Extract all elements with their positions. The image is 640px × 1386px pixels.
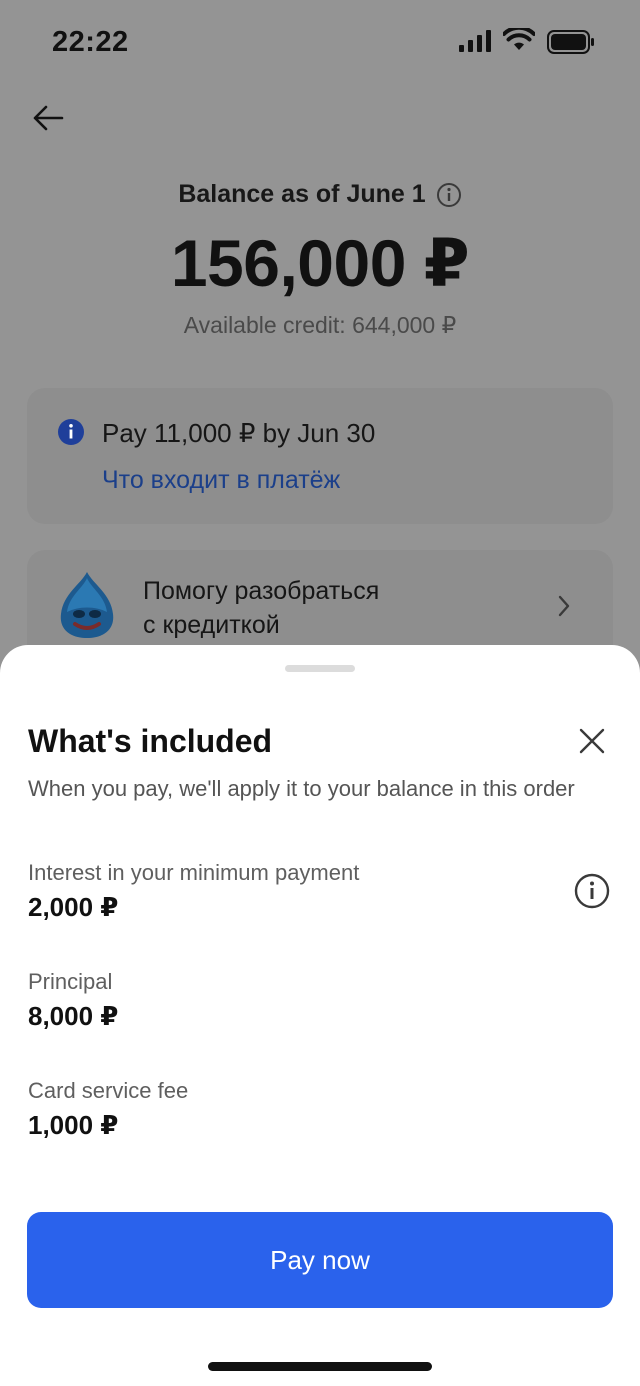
whats-included-sheet: What's included When you pay, we'll appl… (0, 645, 640, 1386)
mascot-avatar-icon (60, 572, 114, 638)
pay-now-button[interactable]: Pay now (27, 1212, 613, 1308)
item-value: 8,000 ₽ (28, 1001, 119, 1031)
close-icon[interactable] (576, 725, 608, 757)
chevron-right-icon (558, 595, 570, 617)
list-item-principal: Principal 8,000 ₽ (28, 969, 608, 1032)
sheet-drag-handle[interactable] (285, 665, 355, 672)
sheet-title: What's included (28, 723, 273, 759)
info-filled-icon (58, 419, 84, 445)
balance-summary: Balance as of June 1 156,000 ₽ Available… (0, 180, 640, 339)
info-icon[interactable] (574, 873, 610, 909)
balance-label: Balance as of June 1 (178, 180, 426, 208)
assistant-text: Помогу разобраться с кредиткой (143, 574, 379, 642)
item-value: 2,000 ₽ (28, 892, 119, 922)
item-label: Card service fee (28, 1078, 189, 1103)
home-indicator (208, 1362, 432, 1371)
available-credit: Available credit: 644,000 ₽ (183, 312, 457, 338)
assistant-text-line2: с кредиткой (143, 611, 280, 639)
status-bar: 22:22 (0, 0, 640, 90)
item-label: Principal (28, 969, 113, 994)
sheet-subtitle: When you pay, we'll apply it to your bal… (28, 776, 575, 801)
payment-due-text: Pay 11,000 ₽ by Jun 30 (102, 418, 376, 448)
arrow-left-icon[interactable] (28, 98, 68, 138)
status-time: 22:22 (52, 26, 129, 58)
balance-amount: 156,000 ₽ (170, 226, 470, 300)
item-value: 1,000 ₽ (28, 1110, 119, 1140)
info-icon[interactable] (436, 182, 462, 208)
item-label: Interest in your minimum payment (28, 860, 360, 885)
list-item-service-fee: Card service fee 1,000 ₽ (28, 1078, 608, 1141)
assistant-text-line1: Помогу разобраться (143, 577, 380, 605)
payment-due-card: Pay 11,000 ₽ by Jun 30 Что входит в плат… (27, 388, 613, 524)
payment-details-link[interactable]: Что входит в платёж (102, 466, 340, 495)
wifi-icon (503, 28, 535, 50)
signal-icon (459, 30, 491, 52)
list-item-interest: Interest in your minimum payment 2,000 ₽ (28, 860, 608, 923)
battery-icon (547, 30, 594, 54)
